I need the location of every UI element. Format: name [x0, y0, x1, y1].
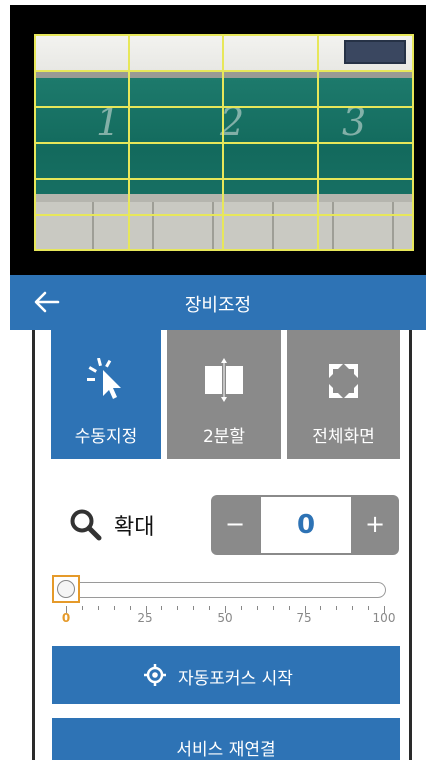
mode-label-manual: 수동지정 [74, 427, 138, 447]
zoom-label: 확대 [114, 515, 155, 540]
app-header: 장비조정 [10, 275, 426, 330]
grid-line-horizontal [34, 214, 414, 216]
grid-line-horizontal [34, 178, 414, 180]
slider-tick [272, 606, 274, 610]
search-icon [69, 508, 103, 542]
slider-tick [97, 606, 99, 610]
slider-tick [177, 606, 179, 610]
crosshair-target-icon [144, 664, 166, 686]
camera-preview[interactable]: 1 2 3 [34, 34, 414, 251]
slider-label-100: 100 [372, 611, 396, 625]
slider-tick [352, 606, 354, 610]
fullscreen-arrows-icon [287, 358, 400, 402]
zoom-slider[interactable]: 0 25 50 75 100 [52, 575, 395, 635]
mode-label-split: 2분할 [202, 427, 246, 447]
autofocus-label: 자동포커스 시작 [178, 669, 293, 689]
slider-tick [161, 606, 163, 610]
mode-button-manual[interactable]: 수동지정 [51, 330, 161, 459]
zoom-increase-button[interactable]: + [351, 495, 399, 555]
camera-preview-frame: 1 2 3 [10, 5, 426, 275]
split-view-icon [167, 358, 281, 402]
slider-thumb[interactable] [52, 575, 80, 603]
slider-tick [368, 606, 370, 610]
slider-label-75: 75 [296, 611, 312, 625]
zoom-value[interactable]: 0 [261, 497, 351, 553]
cursor-pointer-icon [51, 357, 161, 402]
slider-tick [240, 606, 242, 610]
grid-line-horizontal [34, 142, 414, 144]
slider-tick [209, 606, 211, 610]
slider-tick [193, 606, 195, 610]
slider-tick [113, 606, 115, 610]
slider-label-25: 25 [137, 611, 153, 625]
grid-line-horizontal [34, 106, 414, 108]
mode-button-fullscreen[interactable]: 전체화면 [287, 330, 400, 459]
autofocus-start-button[interactable]: 자동포커스 시작 [52, 646, 400, 704]
mode-label-fullscreen: 전체화면 [312, 427, 375, 447]
slider-knob [57, 580, 75, 598]
slider-track[interactable] [56, 582, 386, 598]
slider-label-0: 0 [61, 611, 71, 625]
zoom-stepper: − 0 + [211, 495, 399, 555]
slider-tick [320, 606, 322, 610]
mode-button-split[interactable]: 2분할 [167, 330, 281, 459]
page-title: 장비조정 [184, 295, 252, 316]
slider-tick [288, 606, 290, 610]
slider-tick [256, 606, 258, 610]
slider-tick [129, 606, 131, 610]
zoom-decrease-button[interactable]: − [211, 495, 259, 555]
slider-tick [336, 606, 338, 610]
reconnect-label: 서비스 재연결 [176, 740, 276, 760]
service-reconnect-button[interactable]: 서비스 재연결 [52, 718, 400, 760]
control-panel: 수동지정 2분할 전체화면 확대 − 0 + 0 25 50 75 100 자동… [32, 330, 412, 760]
grid-line-horizontal [34, 70, 414, 72]
slider-tick [81, 606, 83, 610]
zoom-control: 확대 − 0 + [35, 490, 409, 560]
slider-label-50: 50 [217, 611, 233, 625]
